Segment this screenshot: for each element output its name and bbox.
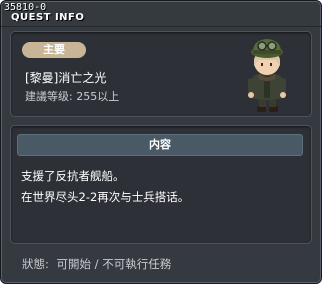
level-requirement: 建議等级: 255以上 (25, 90, 120, 103)
window-title: QUEST INFO (11, 12, 85, 23)
content-line: 在世界尽头2-2再次与士兵搭话。 (21, 190, 190, 204)
quest-name: [黎曼]消亡之光 (25, 71, 107, 85)
content-section-header: 内容 (17, 134, 303, 156)
content-line: 支援了反抗者舰船。 (21, 169, 125, 183)
quest-status: 狀態: 可開始 / 不可執行任務 (22, 257, 171, 272)
status-value: 可開始 / 不可執行任務 (56, 257, 172, 271)
quest-content-panel: 内容 支援了反抗者舰船。 在世界尽头2-2再次与士兵搭话。 (10, 125, 312, 244)
quest-info-window: 35810-0 QUEST INFO 主要 [黎曼]消亡之光 建議等级: 255… (0, 0, 322, 284)
title-divider (1, 26, 321, 27)
quest-summary-panel: 主要 [黎曼]消亡之光 建議等级: 255以上 (10, 31, 312, 117)
quest-category-badge: 主要 (22, 42, 86, 58)
status-label: 狀態: (22, 257, 49, 271)
npc-soldier-icon (231, 32, 303, 114)
